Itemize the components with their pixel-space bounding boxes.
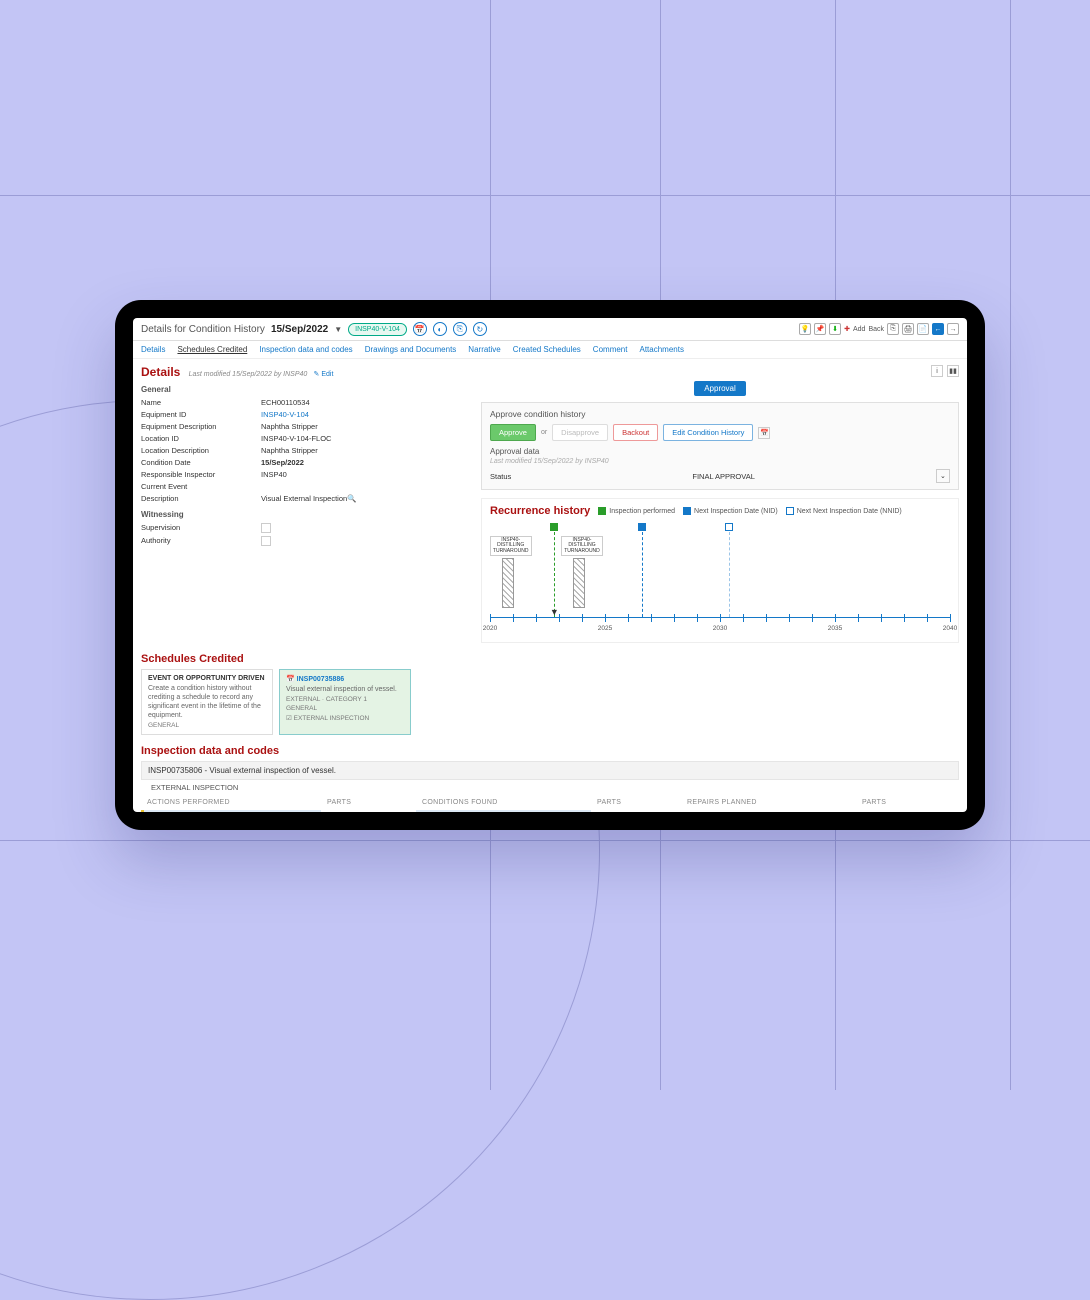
schedule-card-event[interactable]: EVENT OR OPPORTUNITY DRIVEN Create a con… bbox=[141, 669, 273, 735]
inspection-heading: Inspection data and codes bbox=[141, 745, 959, 757]
field-inspector: INSP40 bbox=[261, 470, 287, 479]
tab-schedules[interactable]: Schedules Credited bbox=[177, 345, 247, 354]
info-icon[interactable]: i bbox=[931, 365, 943, 377]
download-icon[interactable]: ⬇ bbox=[829, 323, 841, 335]
add-button[interactable]: Add bbox=[853, 326, 865, 333]
schedules-section: Schedules Credited EVENT OR OPPORTUNITY … bbox=[133, 649, 967, 739]
field-equip-desc: Naphtha Stripper bbox=[261, 422, 318, 431]
marker-nnid bbox=[725, 523, 733, 531]
schedules-heading: Schedules Credited bbox=[141, 653, 959, 665]
tablet-frame: Details for Condition History 15/Sep/202… bbox=[115, 300, 985, 830]
details-heading: Details bbox=[141, 365, 180, 379]
field-equipment-id[interactable]: INSP40-V-104 bbox=[261, 410, 309, 419]
timeline-chart: INSP40-DISTILLING TURNAROUND INSP40-DIST… bbox=[490, 523, 950, 628]
inspection-subtype: EXTERNAL INSPECTION bbox=[141, 780, 959, 795]
schedule-card-insp[interactable]: 📅 INSP00735886 Visual external inspectio… bbox=[279, 669, 411, 735]
lightbulb-icon[interactable]: 💡 bbox=[799, 323, 811, 335]
title-bar: Details for Condition History 15/Sep/202… bbox=[133, 318, 967, 341]
edit-link[interactable]: ✎ Edit bbox=[314, 371, 334, 378]
approve-button[interactable]: Approve bbox=[490, 424, 536, 441]
disapprove-button: Disapprove bbox=[552, 424, 608, 441]
field-name: ECH00110534 bbox=[261, 398, 310, 407]
approval-data-label: Approval data bbox=[490, 447, 950, 456]
nav-forward-icon[interactable]: → bbox=[947, 323, 959, 335]
copy-icon[interactable]: ⎘ bbox=[887, 323, 899, 335]
field-description: Visual External Inspection bbox=[261, 494, 347, 503]
tab-attachments[interactable]: Attachments bbox=[639, 345, 683, 354]
supervision-checkbox[interactable] bbox=[261, 523, 271, 533]
details-modified: Last modified 15/Sep/2022 by INSP40 bbox=[189, 371, 308, 378]
refresh-icon[interactable]: ↻ bbox=[473, 322, 487, 336]
field-location-id: INSP40-V-104-FLOC bbox=[261, 434, 331, 443]
approval-badge: Approval bbox=[694, 381, 746, 396]
action-icon-1[interactable]: ◐ bbox=[433, 322, 447, 336]
tab-narrative[interactable]: Narrative bbox=[468, 345, 500, 354]
toolbar-right: 💡 📌 ⬇ ✚Add Back ⎘ 🖨 📄 ← → bbox=[799, 323, 959, 335]
inspection-summary: INSP00735806 - Visual external inspectio… bbox=[141, 761, 959, 780]
general-label: General bbox=[141, 385, 471, 394]
tab-comment[interactable]: Comment bbox=[593, 345, 628, 354]
recurrence-panel: Recurrence history Inspection performed … bbox=[481, 498, 959, 643]
tab-inspection[interactable]: Inspection data and codes bbox=[259, 345, 352, 354]
export-icon[interactable]: 📄 bbox=[917, 323, 929, 335]
action-visual: VISUAL bbox=[141, 810, 321, 812]
approval-panel: Approve condition history Approve or Dis… bbox=[481, 402, 959, 490]
equipment-pill[interactable]: INSP40-V-104 bbox=[348, 323, 407, 336]
authority-checkbox[interactable] bbox=[261, 536, 271, 546]
action-icon-2[interactable]: ⎘ bbox=[453, 322, 467, 336]
calendar-icon[interactable]: 📅 bbox=[413, 322, 427, 336]
search-icon[interactable]: 🔍 bbox=[347, 494, 356, 503]
approval-status: FINAL APPROVAL bbox=[692, 472, 755, 481]
details-panel: Details Last modified 15/Sep/2022 by INS… bbox=[141, 365, 471, 643]
title-date[interactable]: 15/Sep/2022 bbox=[271, 324, 328, 335]
nav-back-icon[interactable]: ← bbox=[932, 323, 944, 335]
table-header: ACTIONS PERFORMED PARTS CONDITIONS FOUND… bbox=[141, 795, 959, 810]
status-dropdown-icon[interactable]: ⌄ bbox=[936, 469, 950, 483]
calendar-small-icon[interactable]: 📅 bbox=[758, 427, 770, 439]
field-loc-desc: Naphtha Stripper bbox=[261, 446, 318, 455]
tab-created[interactable]: Created Schedules bbox=[513, 345, 581, 354]
marker-performed bbox=[550, 523, 558, 531]
print-icon[interactable]: 🖨 bbox=[902, 323, 914, 335]
field-condition-date: 15/Sep/2022 bbox=[261, 458, 304, 467]
tab-drawings[interactable]: Drawings and Documents bbox=[365, 345, 457, 354]
table-row: VISUAL DETERIORATED COATING5-20% SHELL/H… bbox=[141, 810, 959, 812]
marker-nid bbox=[638, 523, 646, 531]
edit-condition-button[interactable]: Edit Condition History bbox=[663, 424, 753, 441]
column-icon[interactable]: ▮▮ bbox=[947, 365, 959, 377]
approval-section-title: Approve condition history bbox=[490, 409, 950, 419]
recurrence-heading: Recurrence history bbox=[490, 505, 590, 517]
approval-modified: Last modified 15/Sep/2022 by INSP40 bbox=[490, 458, 950, 465]
back-button[interactable]: Back bbox=[868, 326, 884, 333]
pin-icon[interactable]: 📌 bbox=[814, 323, 826, 335]
inspection-section: Inspection data and codes INSP00735806 -… bbox=[133, 739, 967, 812]
title-prefix: Details for Condition History bbox=[141, 324, 265, 335]
tab-details[interactable]: Details bbox=[141, 345, 165, 354]
backout-button[interactable]: Backout bbox=[613, 424, 658, 441]
witnessing-label: Witnessing bbox=[141, 510, 471, 519]
chevron-down-icon[interactable]: ▼ bbox=[334, 325, 342, 334]
tab-bar: Details Schedules Credited Inspection da… bbox=[133, 341, 967, 359]
app-screen: Details for Condition History 15/Sep/202… bbox=[133, 318, 967, 812]
